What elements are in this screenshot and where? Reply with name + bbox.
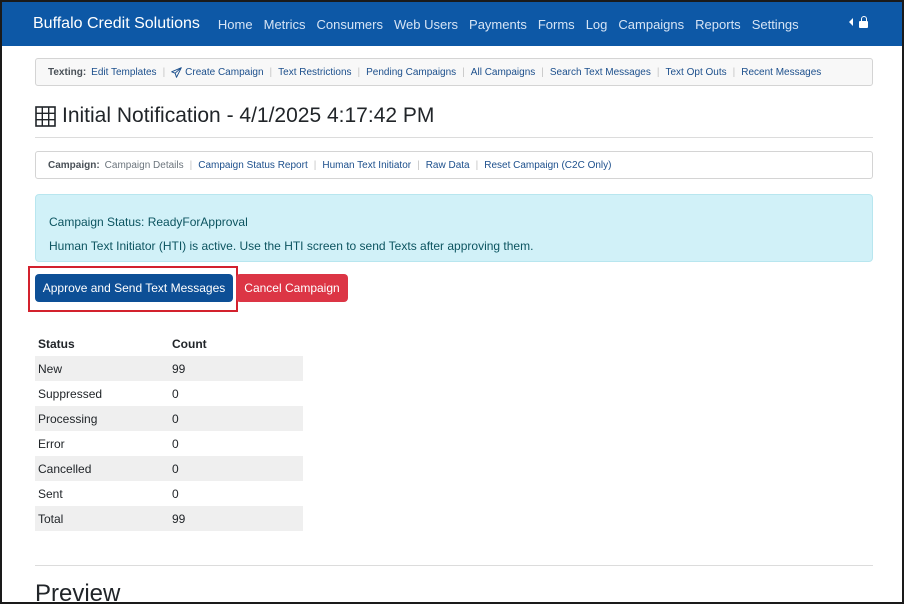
table-row: Sent 0 [35, 481, 303, 506]
nav-home[interactable]: Home [218, 17, 253, 32]
count-cell: 0 [172, 486, 179, 501]
count-column-header: Count [172, 337, 207, 351]
main-nav-links: Home Metrics Consumers Web Users Payment… [218, 17, 810, 32]
status-cell: Cancelled [35, 456, 169, 481]
status-cell: New [35, 356, 169, 381]
edit-templates-link[interactable]: Edit Templates [91, 67, 156, 78]
pending-campaigns-link[interactable]: Pending Campaigns [366, 67, 456, 78]
nav-settings[interactable]: Settings [752, 17, 799, 32]
table-grid-icon [35, 105, 56, 127]
nav-consumers[interactable]: Consumers [317, 17, 383, 32]
count-cell: 99 [169, 356, 303, 381]
page-title-row: Initial Notification - 4/1/2025 4:17:42 … [35, 102, 434, 130]
text-restrictions-link[interactable]: Text Restrictions [278, 67, 351, 78]
separator: | [475, 159, 479, 171]
campaign-status-report-link[interactable]: Campaign Status Report [198, 160, 308, 171]
nav-campaigns[interactable]: Campaigns [618, 17, 684, 32]
table-row: Suppressed 0 [35, 381, 303, 406]
reset-campaign-link[interactable]: Reset Campaign (C2C Only) [484, 160, 611, 171]
table-row: Cancelled 0 [35, 456, 303, 481]
separator: | [732, 66, 736, 78]
status-cell: Error [38, 436, 65, 451]
table-row: Total 99 [35, 506, 303, 531]
page-title: Initial Notification - 4/1/2025 4:17:42 … [62, 104, 435, 127]
nav-metrics[interactable]: Metrics [264, 17, 306, 32]
recent-messages-link[interactable]: Recent Messages [741, 67, 821, 78]
separator: | [656, 66, 660, 78]
status-column-header: Status [38, 337, 75, 351]
create-campaign-link[interactable]: Create Campaign [185, 67, 263, 78]
table-header-row: Status Count [35, 332, 303, 356]
send-icon [171, 66, 182, 78]
top-navbar: Buffalo Credit Solutions Home Metrics Co… [2, 2, 902, 46]
campaign-subnav: Campaign: Campaign Details | Campaign St… [35, 151, 873, 179]
separator: | [313, 159, 317, 171]
texting-label: Texting: [48, 66, 87, 78]
campaign-status-alert: Campaign Status: ReadyForApproval Human … [35, 194, 873, 262]
separator: | [541, 66, 544, 78]
separator: | [189, 159, 193, 171]
campaign-details-current: Campaign Details [104, 159, 184, 171]
user-menu[interactable] [849, 16, 868, 28]
nav-payments[interactable]: Payments [469, 17, 527, 32]
texting-subnav: Texting: Edit Templates | Create Campaig… [35, 58, 873, 86]
divider [35, 137, 873, 138]
all-campaigns-link[interactable]: All Campaigns [471, 67, 535, 78]
search-text-messages-link[interactable]: Search Text Messages [550, 67, 651, 78]
preview-heading: Preview [35, 580, 121, 604]
separator: | [417, 159, 420, 171]
status-cell: Total [35, 506, 169, 531]
nav-reports[interactable]: Reports [695, 17, 741, 32]
table-row: New 99 [35, 356, 303, 381]
raw-data-link[interactable]: Raw Data [426, 160, 470, 171]
table-row: Processing 0 [35, 406, 303, 431]
human-text-initiator-link[interactable]: Human Text Initiator [322, 160, 411, 171]
status-count-table: Status Count New 99 Suppressed 0 Process… [35, 332, 303, 531]
caret-left-icon[interactable] [849, 18, 853, 26]
campaign-status-text: Campaign Status: ReadyForApproval [49, 215, 248, 229]
cancel-campaign-button[interactable]: Cancel Campaign [236, 274, 348, 302]
app-window: Buffalo Credit Solutions Home Metrics Co… [0, 0, 904, 604]
count-cell: 0 [169, 406, 303, 431]
separator: | [162, 66, 166, 78]
nav-forms[interactable]: Forms [538, 17, 575, 32]
status-cell: Sent [38, 486, 63, 501]
nav-web-users[interactable]: Web Users [394, 17, 458, 32]
hti-info-text: Human Text Initiator (HTI) is active. Us… [49, 239, 534, 253]
status-cell: Suppressed [38, 386, 103, 401]
count-cell: 99 [169, 506, 303, 531]
count-cell: 0 [172, 436, 179, 451]
separator: | [357, 66, 361, 78]
nav-log[interactable]: Log [586, 17, 608, 32]
brand-logo-text[interactable]: Buffalo Credit Solutions [33, 15, 200, 33]
count-cell: 0 [169, 456, 303, 481]
divider [35, 565, 873, 566]
table-row: Error 0 [35, 431, 303, 456]
separator: | [462, 66, 465, 78]
text-opt-outs-link[interactable]: Text Opt Outs [665, 67, 726, 78]
lock-icon[interactable] [859, 16, 868, 28]
separator: | [269, 66, 273, 78]
status-cell: Processing [35, 406, 169, 431]
campaign-label: Campaign: [48, 159, 100, 171]
count-cell: 0 [172, 386, 179, 401]
approve-send-button[interactable]: Approve and Send Text Messages [35, 274, 233, 302]
